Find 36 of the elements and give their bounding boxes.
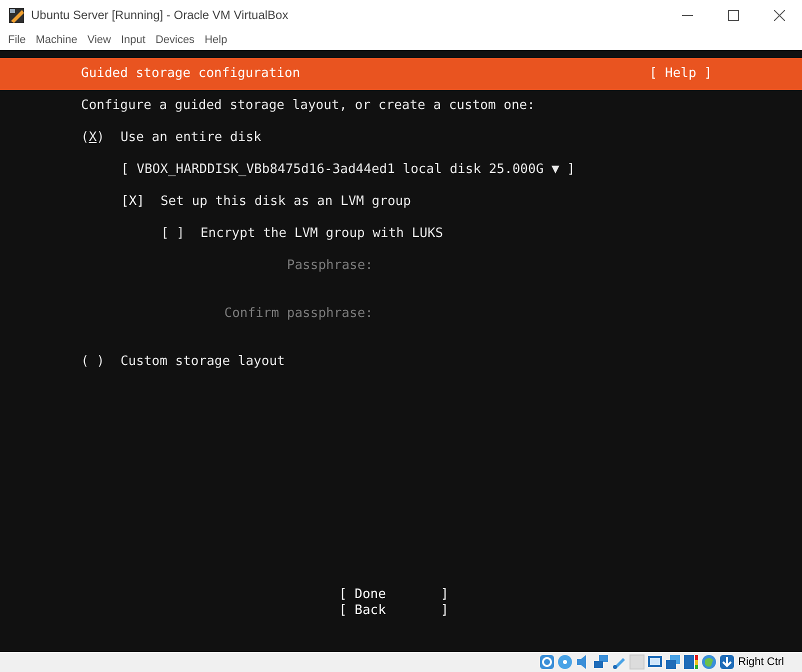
help-button[interactable]: [ Help ]	[649, 66, 712, 82]
checkbox[interactable]: [ ]	[161, 226, 184, 242]
menu-item[interactable]: File	[3, 32, 31, 48]
instruction-text: Configure a guided storage layout, or create a custom one:	[81, 98, 535, 114]
windows-icon[interactable]	[665, 654, 682, 670]
window-title: Ubuntu Server [Running] - Oracle VM VirtualBox	[31, 7, 288, 24]
menu-button[interactable]: [ Back ]	[339, 603, 449, 619]
radio-button[interactable]: (X)	[81, 130, 104, 146]
disk-dropdown[interactable]: [ VBOX_HARDDISK_VBb8475d16-3ad44ed1 local disk 25.000G ▼ ]	[121, 162, 575, 178]
radio-button[interactable]: ( )	[81, 354, 104, 370]
hard-disk-icon[interactable]	[539, 654, 556, 670]
maximize-icon	[728, 10, 738, 20]
menu-item[interactable]: Devices	[150, 32, 200, 48]
download-icon[interactable]	[719, 654, 736, 670]
display-icon[interactable]	[647, 654, 664, 670]
menu-button[interactable]: [ Done ]	[339, 587, 449, 603]
optical-disc-icon[interactable]	[557, 654, 574, 670]
option-label: Custom storage layout	[120, 354, 285, 370]
minimize-icon	[682, 14, 692, 16]
option-label: Encrypt the LVM group with LUKS	[200, 226, 444, 242]
field-label: Confirm passphrase:	[224, 306, 373, 322]
menu-item[interactable]: Help	[200, 32, 232, 48]
video-capture-icon[interactable]	[683, 654, 700, 670]
option-label: Use an entire disk	[120, 130, 262, 146]
network-icon[interactable]	[593, 654, 610, 670]
globe-icon[interactable]	[701, 654, 718, 670]
option-label: Set up this disk as an LVM group	[160, 194, 411, 210]
menu-item[interactable]: View	[82, 32, 116, 48]
host-key-label: Right Ctrl	[738, 654, 784, 670]
close-icon	[774, 10, 784, 20]
header-title: Guided storage configuration	[81, 66, 300, 82]
checkbox[interactable]: [X]	[121, 194, 144, 210]
app-icon	[8, 6, 25, 24]
menu-item[interactable]: Input	[116, 32, 150, 48]
menu-item[interactable]: Machine	[30, 32, 82, 48]
field-label: Passphrase:	[286, 258, 373, 274]
